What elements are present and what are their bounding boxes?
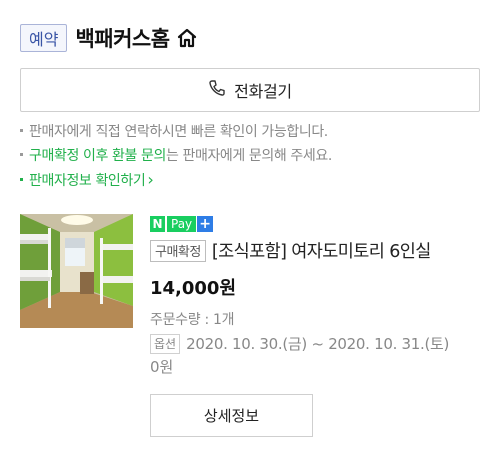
home-icon[interactable] (176, 28, 198, 48)
seller-info-link[interactable]: 판매자정보 확인하기 › (20, 170, 154, 190)
reservation-badge: 예약 (20, 24, 68, 52)
notice-refund-highlight: 구매확정 이후 환불 문의 (29, 148, 166, 164)
detail-button[interactable]: 상세정보 (150, 394, 313, 437)
option-dates: 2020. 10. 30.(금) ~ 2020. 10. 31.(토) (186, 335, 450, 353)
notice-direct-contact: 판매자에게 직접 연락하시면 빠른 확인이 가능합니다. (20, 121, 328, 141)
product-name[interactable]: [조식포함] 여자도미토리 6인실 (212, 238, 432, 263)
npay-n-icon: N (150, 216, 165, 232)
product-title-row: 구매확정 [조식포함] 여자도미토리 6인실 (150, 238, 431, 263)
npay-label: Pay (167, 216, 197, 232)
status-badge: 구매확정 (150, 239, 206, 262)
chevron-right-icon: › (147, 170, 154, 189)
npay-badge: N Pay + (150, 215, 214, 233)
call-button[interactable]: 전화걸기 (20, 68, 480, 112)
notice-refund-text: 는 판매자에게 문의해 주세요. (165, 148, 332, 164)
store-name[interactable]: 백패커스홈 (75, 23, 170, 53)
product-thumbnail[interactable] (20, 214, 133, 328)
product-price: 14,000원 (150, 278, 237, 299)
phone-icon (208, 79, 226, 101)
npay-plus-icon: + (197, 216, 214, 232)
option-row: 옵션 2020. 10. 30.(금) ~ 2020. 10. 31.(토) (150, 333, 449, 354)
option-price: 0원 (150, 358, 174, 376)
option-badge: 옵션 (150, 333, 181, 354)
seller-info-link-label: 판매자정보 확인하기 (29, 173, 146, 189)
order-quantity: 주문수량 : 1개 (150, 312, 235, 328)
notice-text: 판매자에게 직접 연락하시면 빠른 확인이 가능합니다. (29, 124, 328, 140)
call-button-label: 전화걸기 (234, 82, 292, 101)
notice-refund: 구매확정 이후 환불 문의는 판매자에게 문의해 주세요. (20, 145, 332, 165)
store-header: 예약 백패커스홈 (20, 22, 198, 54)
